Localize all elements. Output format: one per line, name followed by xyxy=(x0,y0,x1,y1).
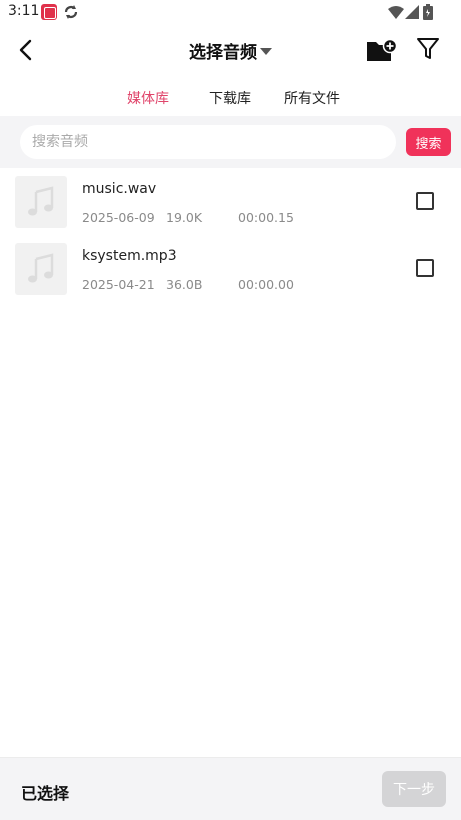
search-input[interactable] xyxy=(20,125,396,159)
app-badge-icon xyxy=(41,4,57,20)
page-title: 选择音频 xyxy=(189,43,257,63)
music-note-icon xyxy=(28,186,54,216)
music-note-icon xyxy=(28,253,54,283)
status-time: 3:11 xyxy=(8,3,40,19)
file-thumbnail xyxy=(15,243,67,295)
next-step-button[interactable]: 下一步 xyxy=(382,771,446,807)
battery-icon xyxy=(423,4,433,20)
header: 选择音频 xyxy=(0,24,461,76)
folder-add-icon xyxy=(367,38,398,61)
file-name: music.wav xyxy=(82,181,157,197)
filter-icon xyxy=(417,38,439,59)
selected-label: 已选择 xyxy=(21,784,70,803)
status-bar: 3:11 xyxy=(0,0,461,24)
tab-media-library[interactable]: 媒体库 xyxy=(127,88,169,108)
tab-all-files[interactable]: 所有文件 xyxy=(284,88,340,108)
list-item[interactable]: ksystem.mp3 2025-04-21 36.0B 00:00.00 xyxy=(0,235,461,302)
filter-button[interactable] xyxy=(416,36,440,62)
tab-download-library[interactable]: 下载库 xyxy=(209,88,251,108)
selection-footer: 已选择 下一步 xyxy=(0,757,461,820)
file-date: 2025-06-09 xyxy=(82,210,155,225)
file-size: 36.0B xyxy=(166,277,203,292)
file-name: ksystem.mp3 xyxy=(82,248,177,264)
search-bar: 搜索 xyxy=(0,116,461,168)
file-size: 19.0K xyxy=(166,210,203,225)
folder-add-button[interactable] xyxy=(366,36,398,64)
file-duration: 00:00.00 xyxy=(238,277,294,292)
wifi-icon xyxy=(388,6,404,19)
file-list: music.wav 2025-06-09 19.0K 00:00.15 ksys… xyxy=(0,168,461,302)
caret-down-icon xyxy=(260,48,272,55)
sync-icon xyxy=(64,5,78,19)
list-item[interactable]: music.wav 2025-06-09 19.0K 00:00.15 xyxy=(0,168,461,235)
select-checkbox[interactable] xyxy=(416,259,434,277)
search-button[interactable]: 搜索 xyxy=(406,128,451,156)
file-thumbnail xyxy=(15,176,67,228)
select-checkbox[interactable] xyxy=(416,192,434,210)
source-tabs: 媒体库 下载库 所有文件 xyxy=(0,76,461,116)
file-duration: 00:00.15 xyxy=(238,210,294,225)
signal-icon xyxy=(405,5,419,19)
file-date: 2025-04-21 xyxy=(82,277,155,292)
